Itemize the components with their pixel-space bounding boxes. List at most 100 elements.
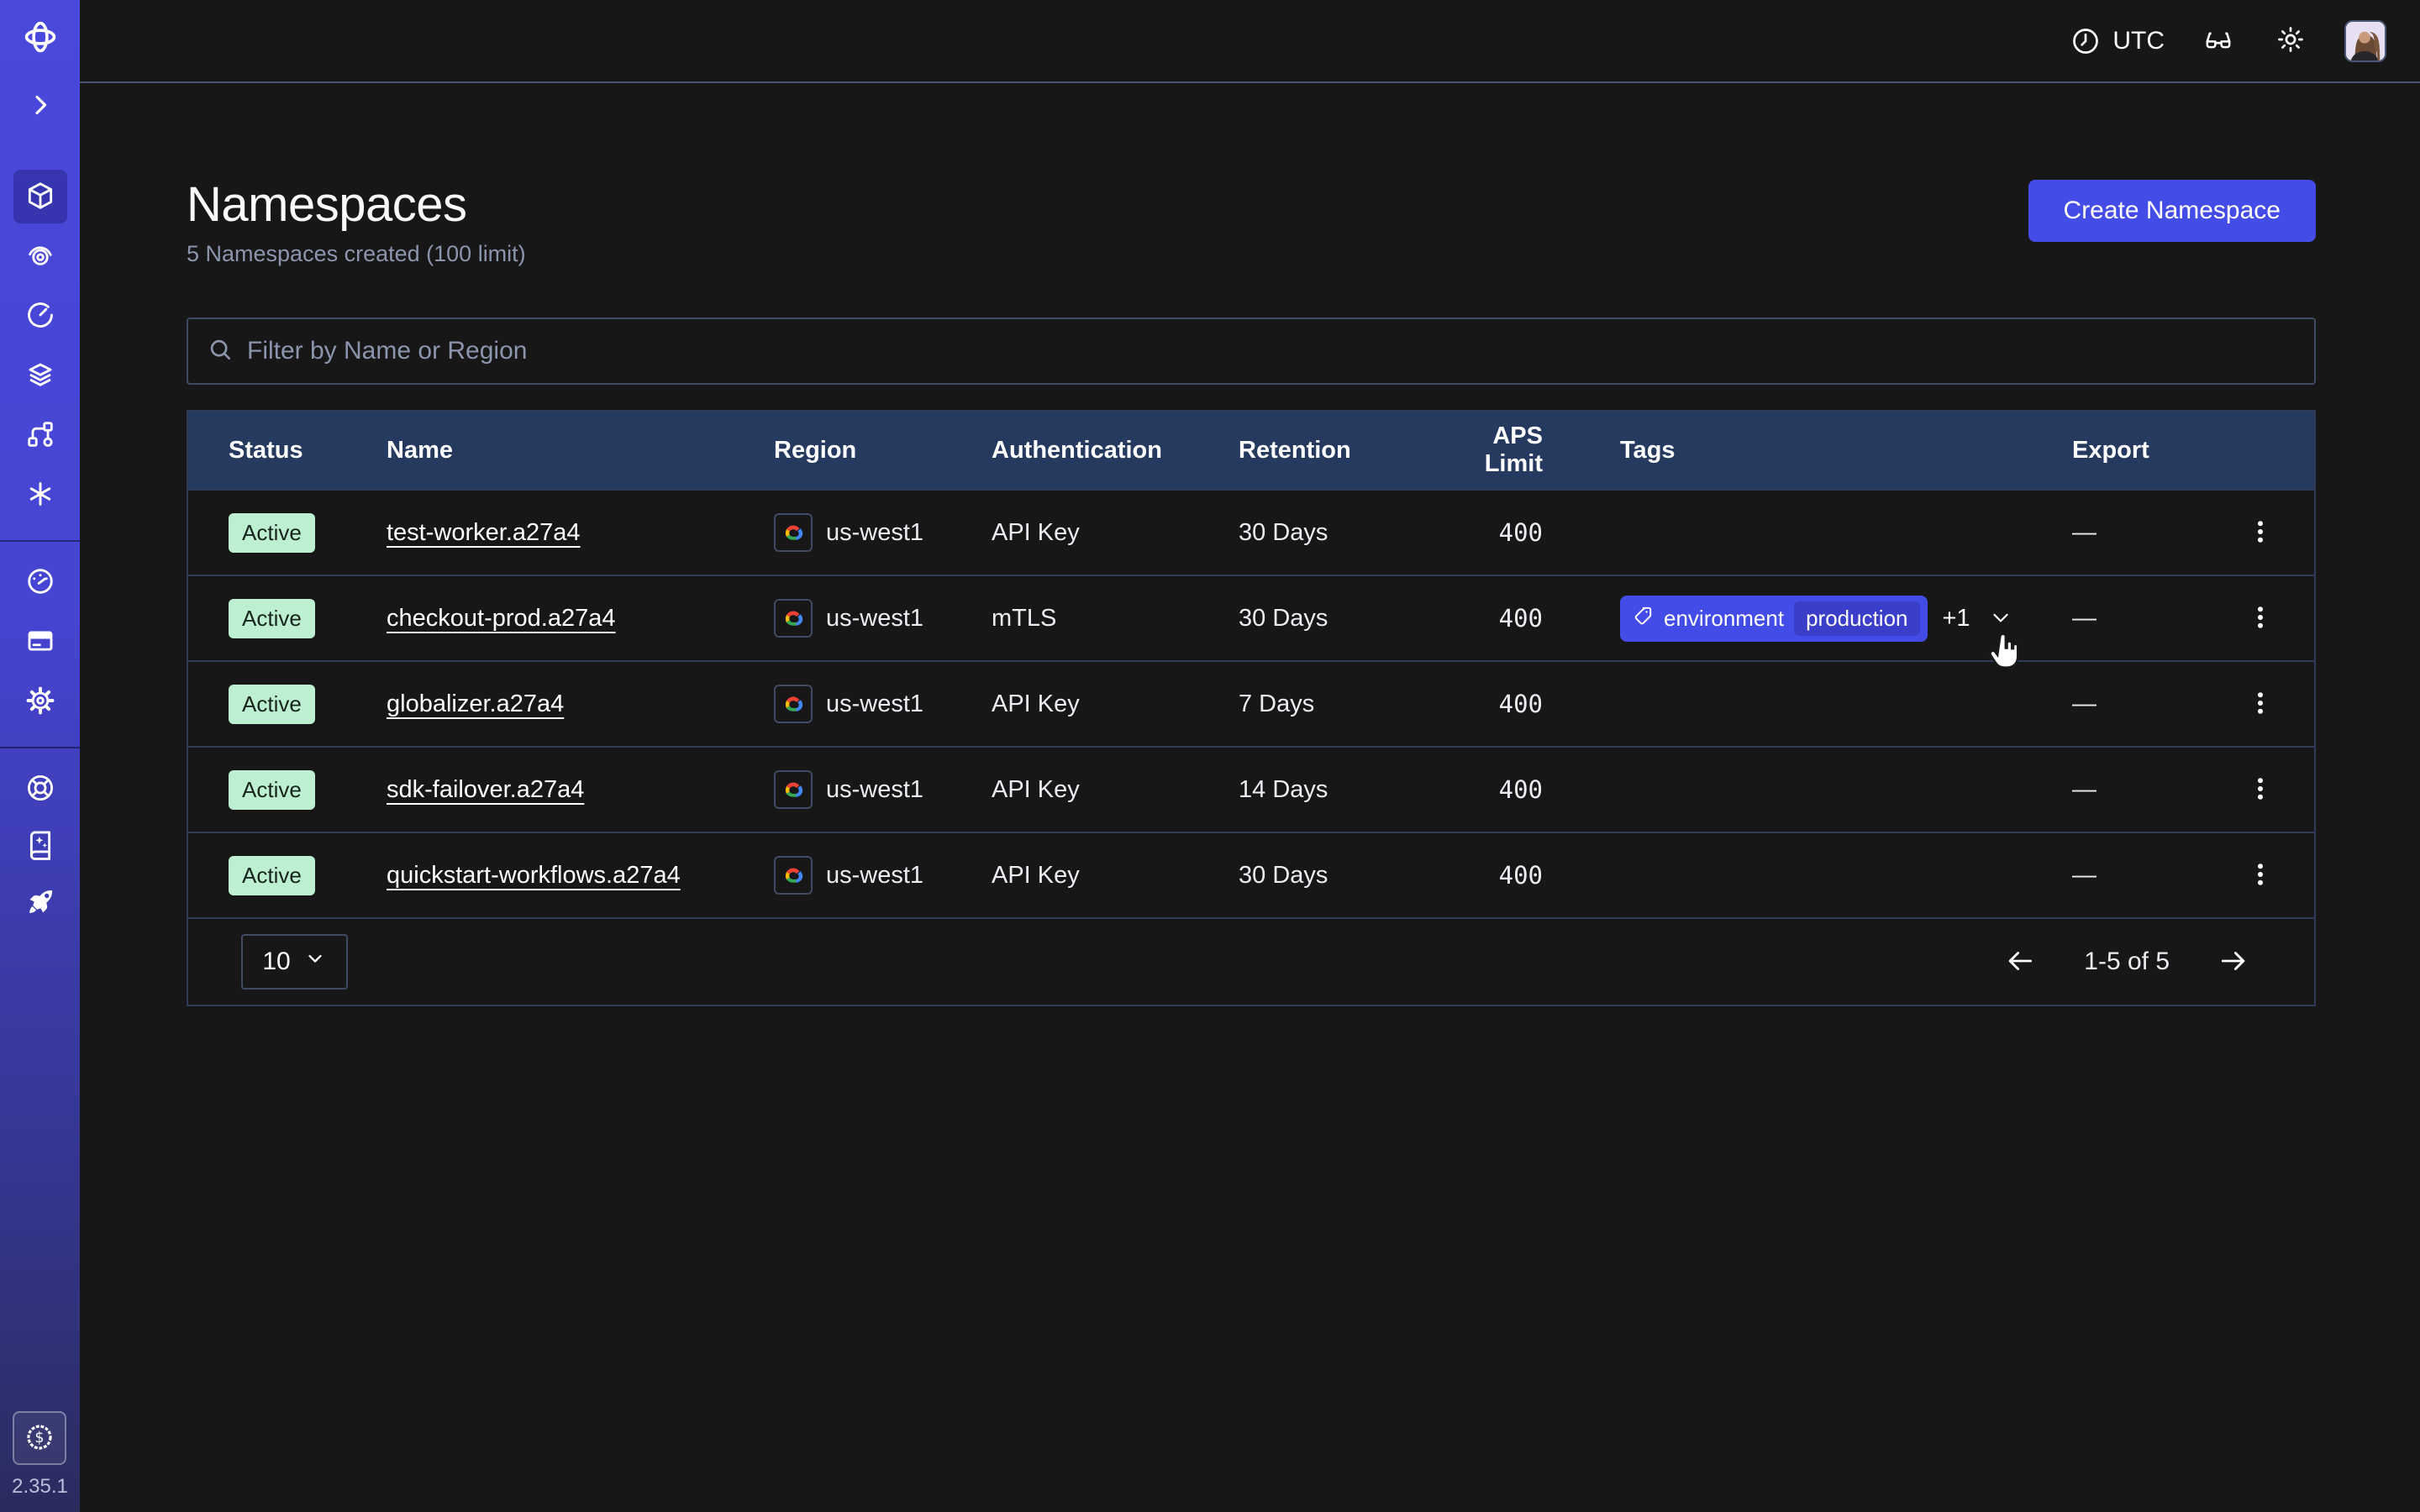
namespace-link[interactable]: checkout-prod.a27a4 [387,605,615,632]
tag-icon [1632,605,1654,633]
auth-method: API Key [992,690,1239,718]
arrow-right-icon [2217,945,2249,979]
sidebar-divider [0,747,80,748]
google-cloud-icon [774,856,813,895]
sidebar-item-getting-started[interactable] [13,876,67,930]
asterisk-icon [24,478,56,512]
theme-toggle-button[interactable] [2272,23,2309,60]
create-namespace-button[interactable]: Create Namespace [2028,180,2316,242]
google-cloud-icon [774,513,813,552]
namespace-link[interactable]: globalizer.a27a4 [387,690,564,717]
sidebar-item-nexus[interactable] [13,468,67,522]
accessibility-glasses-button[interactable] [2200,23,2237,60]
app-version: 2.35.1 [12,1475,68,1499]
dollar-badge-icon: $ [23,1420,56,1457]
eye-icon [24,239,56,274]
clock-icon [2070,26,2101,56]
sidebar-item-deployments[interactable] [13,349,67,402]
sidebar-item-billing[interactable] [13,615,67,669]
billing-status-button[interactable]: $ [13,1411,66,1465]
temporal-logo-icon[interactable] [13,13,67,60]
sidebar-item-namespaces[interactable] [13,170,67,223]
auth-method: API Key [992,862,1239,890]
sidebar-item-settings[interactable] [13,675,67,728]
tag-key: environment [1664,606,1784,632]
row-menu-button[interactable] [2241,599,2280,638]
previous-page-button[interactable] [2002,943,2039,980]
namespace-link[interactable]: quickstart-workflows.a27a4 [387,862,681,889]
chevron-down-icon [1988,605,2013,633]
tag-expand-button[interactable] [1986,603,2016,633]
status-badge: Active [229,856,315,895]
sidebar-item-insights[interactable] [13,229,67,283]
filter-bar [187,318,2316,385]
timer-icon [24,299,56,333]
row-menu-button[interactable] [2241,770,2280,809]
auth-method: API Key [992,519,1239,547]
brightness-icon [2275,24,2306,57]
filter-input[interactable] [247,337,2296,365]
sidebar-item-support[interactable] [13,762,67,816]
status-badge: Active [229,513,315,553]
namespace-count-subtitle: 5 Namespaces created (100 limit) [187,241,526,267]
aps-limit-value: 400 [1449,775,1543,804]
sidebar-item-schedules[interactable] [13,289,67,343]
google-cloud-icon [774,770,813,809]
topbar: UTC [80,0,2420,83]
timezone-selector[interactable]: UTC [2070,26,2165,56]
status-badge: Active [229,599,315,638]
kebab-icon [2245,602,2275,635]
sidebar-item-docs[interactable] [13,819,67,873]
namespace-link[interactable]: test-worker.a27a4 [387,519,581,546]
column-header-authentication: Authentication [992,437,1239,465]
table-header-row: Status Name Region Authentication Retent… [188,412,2314,489]
book-icon [24,829,56,864]
row-menu-button[interactable] [2241,685,2280,723]
next-page-button[interactable] [2215,943,2252,980]
gauge-icon [24,565,56,600]
gear-icon [24,685,56,719]
row-menu-button[interactable] [2241,513,2280,552]
namespace-link[interactable]: sdk-failover.a27a4 [387,776,584,803]
aps-limit-value: 400 [1449,604,1543,633]
sidebar-expand-button[interactable] [13,79,67,133]
kebab-icon [2245,859,2275,892]
page-title: Namespaces [187,176,526,233]
retention-value: 30 Days [1239,605,1449,633]
column-header-name: Name [387,437,774,465]
table-row: Active sdk-failover.a27a4 us-west1 API K… [188,746,2314,832]
card-icon [24,625,56,659]
search-icon [207,336,234,367]
column-header-export: Export [2072,437,2207,465]
user-avatar[interactable] [2344,20,2386,62]
table-row: Active test-worker.a27a4 us-west1 API Ke… [188,489,2314,575]
sidebar-item-usage[interactable] [13,555,67,609]
page-size-select[interactable]: 10 [241,934,348,990]
column-header-aps-limit: APS Limit [1449,423,1543,478]
chevron-right-icon [24,89,56,123]
export-value: — [2072,862,2207,890]
column-header-retention: Retention [1239,437,1449,465]
arrow-left-icon [2004,945,2036,979]
glasses-icon [2203,24,2233,57]
row-menu-button[interactable] [2241,856,2280,895]
tag-group: environment production +1 [1620,596,2016,642]
chevron-down-icon [303,947,327,977]
svg-text:$: $ [35,1430,45,1446]
page-size-value: 10 [262,948,290,976]
sidebar-item-workflows[interactable] [13,408,67,462]
aps-limit-value: 400 [1449,861,1543,890]
tag-more-count: +1 [1943,605,1970,633]
sidebar-nav-account [13,555,67,728]
region-label: us-west1 [826,519,923,547]
sidebar-bottom: $ 2.35.1 [12,1411,68,1499]
retention-value: 7 Days [1239,690,1449,718]
app-root: $ 2.35.1 UTC [0,0,2420,1512]
tag-pill[interactable]: environment production [1620,596,1928,642]
table-row: Active globalizer.a27a4 us-west1 API Key… [188,660,2314,746]
sidebar-nav-help [13,762,67,930]
auth-method: mTLS [992,605,1239,633]
google-cloud-icon [774,599,813,638]
export-value: — [2072,605,2207,633]
aps-limit-value: 400 [1449,690,1543,718]
